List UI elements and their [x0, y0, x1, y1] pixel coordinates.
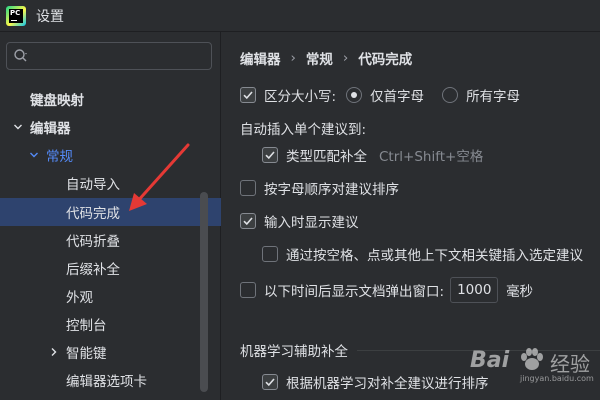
insert-by-space-checkbox[interactable] [262, 246, 278, 262]
all-letters-radio[interactable] [442, 87, 459, 103]
sidebar-item-editor[interactable]: 编辑器 [0, 113, 221, 141]
pycharm-logo-icon: PC [6, 5, 26, 26]
sidebar-item-label: 代码完成 [66, 206, 120, 222]
ml-sort-checkbox[interactable] [262, 374, 278, 390]
sidebar-item-code-completion[interactable]: 代码完成 [0, 198, 221, 226]
check-icon [243, 217, 253, 226]
sidebar-item-label: 智能键 [66, 346, 107, 362]
sidebar-item-label: 后缀补全 [66, 262, 120, 278]
type-match-row: 类型匹配补全 Ctrl+Shift+空格 [262, 143, 483, 167]
doc-popup-checkbox[interactable] [240, 282, 256, 298]
sidebar-item-code-folding[interactable]: 代码折叠 [0, 226, 221, 254]
watermark-brand: Bai [470, 348, 510, 373]
breadcrumb-editor[interactable]: 编辑器 [240, 48, 281, 68]
auto-insert-label: 自动插入单个建议到: [240, 122, 367, 138]
sidebar-item-label: 编辑器选项卡 [66, 374, 147, 390]
sidebar-item-label: 代码折叠 [66, 234, 120, 250]
chevron-right-icon[interactable] [48, 346, 60, 358]
search-icon [14, 49, 27, 62]
sidebar-item-appearance[interactable]: 外观 [0, 282, 221, 310]
sidebar-item-label: 常规 [46, 149, 73, 165]
watermark-url: jingyan.baidu.com [520, 374, 594, 383]
type-match-label: 类型匹配补全 [286, 149, 367, 165]
window-title: 设置 [36, 8, 64, 25]
sidebar-item-console[interactable]: 控制台 [0, 310, 221, 338]
type-match-checkbox[interactable] [262, 147, 278, 163]
case-sensitive-checkbox[interactable] [240, 87, 256, 103]
check-icon [243, 91, 253, 100]
paw-icon [521, 348, 543, 370]
check-icon [265, 378, 275, 387]
show-on-typing-row: 输入时显示建议 [240, 209, 359, 233]
doc-popup-label: 以下时间后显示文档弹出窗口: [264, 284, 445, 300]
first-letter-label: 仅首字母 [370, 89, 425, 105]
watermark-brand-cn: 经验 [550, 352, 590, 376]
case-sensitive-row: 区分大小写: 仅首字母 所有字母 [240, 83, 520, 107]
insert-by-space-label: 通过按空格、点或其他上下文相关键插入选定建议 [286, 248, 583, 264]
sidebar-item-label: 编辑器 [30, 121, 71, 137]
ml-section-heading: 机器学习辅助补全 [240, 338, 348, 362]
sidebar-item-auto-import[interactable]: 自动导入 [0, 169, 221, 197]
sidebar-item-label: 外观 [66, 290, 93, 306]
sidebar-item-smart-keys[interactable]: 智能键 [0, 338, 221, 366]
title-bar: PC 设置 [0, 0, 600, 32]
search-box[interactable] [6, 42, 212, 70]
ml-sort-row: 根据机器学习对补全建议进行排序 [262, 370, 489, 394]
check-icon [265, 151, 275, 160]
first-letter-radio[interactable] [346, 87, 363, 103]
doc-popup-unit: 毫秒 [506, 284, 534, 300]
all-letters-label: 所有字母 [466, 89, 521, 105]
breadcrumb-separator-icon: › [290, 50, 296, 66]
ml-sort-label: 根据机器学习对补全建议进行排序 [286, 376, 489, 392]
breadcrumb-code-completion: 代码完成 [358, 52, 413, 68]
ml-section-label: 机器学习辅助补全 [240, 344, 348, 360]
chevron-down-icon[interactable] [28, 149, 40, 161]
breadcrumb: 编辑器 › 常规 › 代码完成 [240, 48, 412, 68]
sidebar-item-label: 控制台 [66, 318, 107, 334]
sort-alpha-checkbox[interactable] [240, 180, 256, 196]
sort-alpha-row: 按字母顺序对建议排序 [240, 176, 399, 200]
sidebar-item-keymap[interactable]: 键盘映射 [0, 85, 221, 113]
sidebar-scrollbar[interactable] [200, 192, 208, 392]
breadcrumb-separator-icon: › [342, 50, 349, 66]
sidebar-item-label: 键盘映射 [30, 93, 84, 109]
sidebar-item-general[interactable]: 常规 [0, 141, 221, 169]
auto-insert-heading: 自动插入单个建议到: [240, 116, 366, 140]
sidebar-item-postfix-completion[interactable]: 后缀补全 [0, 254, 221, 282]
chevron-down-icon[interactable] [12, 121, 24, 133]
case-sensitive-label: 区分大小写: [264, 89, 337, 105]
doc-popup-delay-input[interactable] [450, 277, 499, 303]
sort-alpha-label: 按字母顺序对建议排序 [264, 182, 399, 198]
show-on-typing-checkbox[interactable] [240, 213, 256, 229]
baidu-watermark: Bai 经验 jingyan.baidu.com [464, 338, 594, 388]
sidebar-item-editor-tabs[interactable]: 编辑器选项卡 [0, 366, 221, 394]
type-match-shortcut: Ctrl+Shift+空格 [379, 149, 484, 165]
search-input[interactable] [35, 46, 205, 66]
sidebar-item-label: 自动导入 [66, 177, 120, 193]
doc-popup-row: 以下时间后显示文档弹出窗口: 毫秒 [240, 276, 533, 304]
insert-by-space-row: 通过按空格、点或其他上下文相关键插入选定建议 [262, 242, 583, 266]
breadcrumb-general[interactable]: 常规 [306, 48, 333, 68]
settings-sidebar: 键盘映射 编辑器 常规 自动导入 代码完成 代码折叠 后缀补全 外观 控制台 智… [0, 32, 221, 400]
show-on-typing-label: 输入时显示建议 [264, 215, 359, 231]
